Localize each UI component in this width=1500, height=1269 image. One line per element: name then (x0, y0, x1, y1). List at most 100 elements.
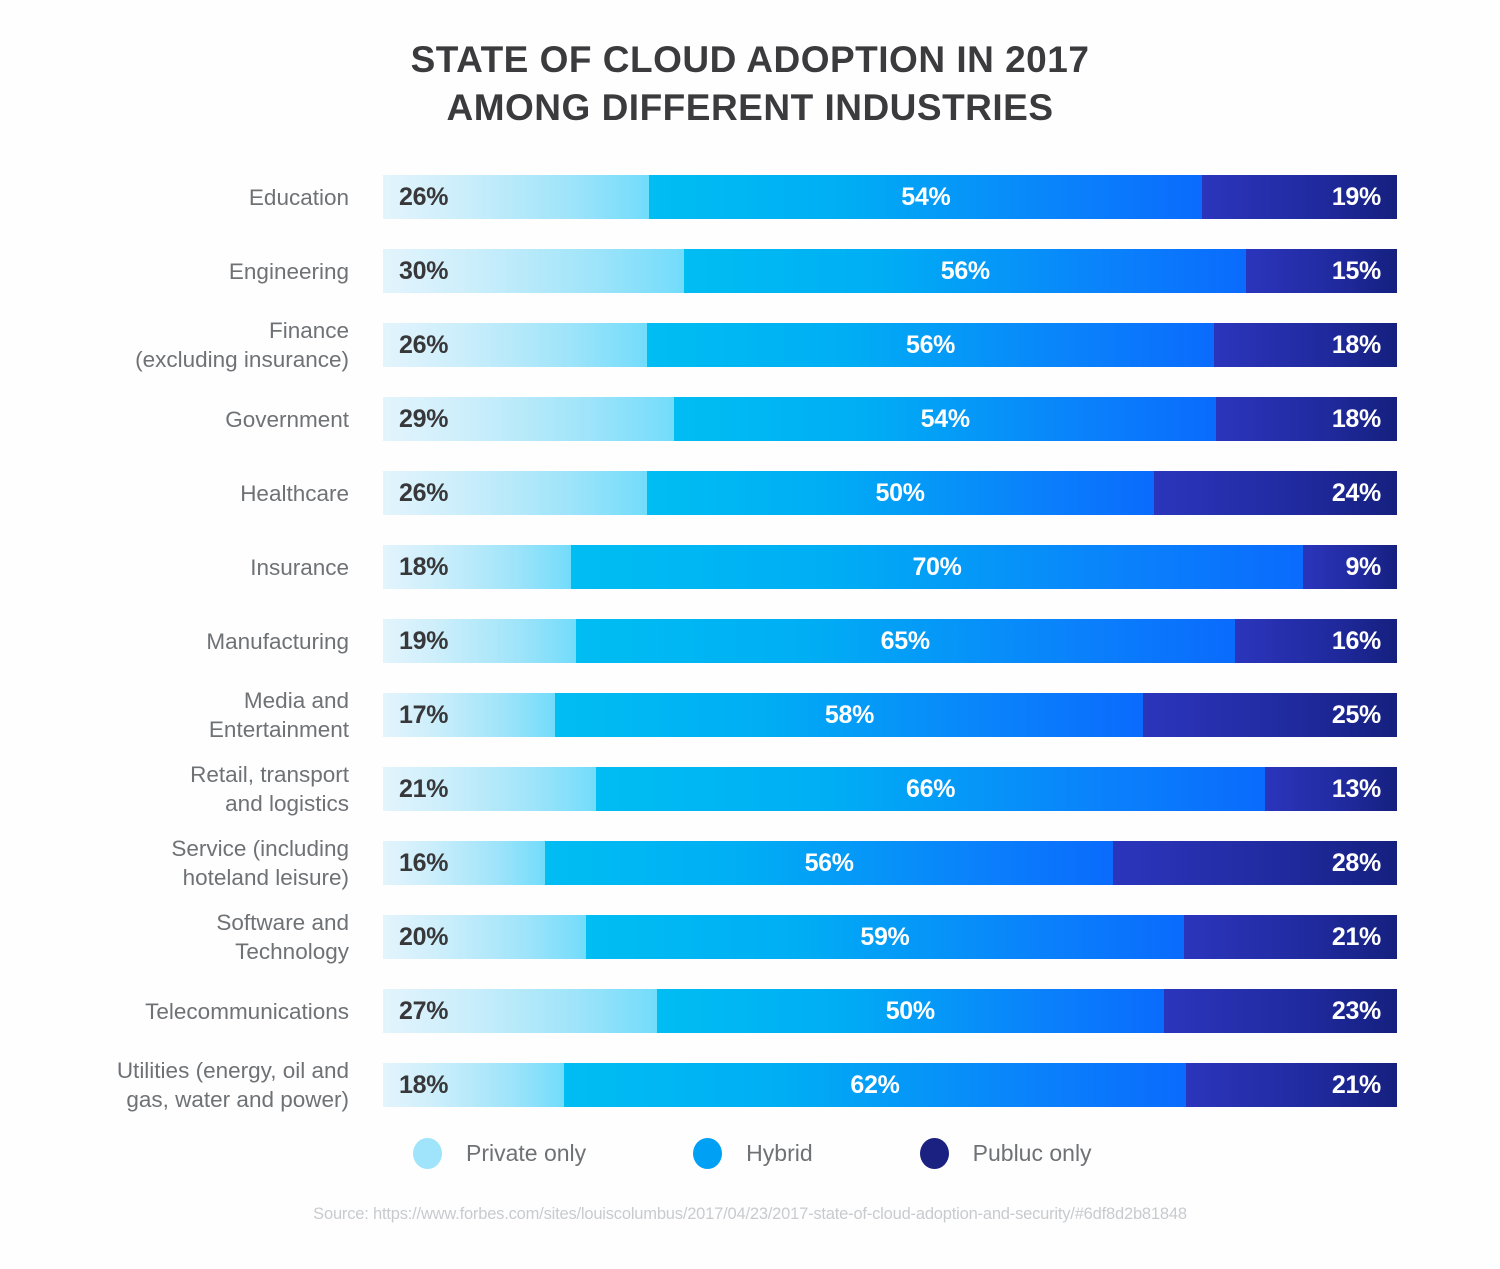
stacked-bar: 27% 50% 23% (383, 989, 1397, 1033)
chart-row: Education 26% 54% 19% (0, 160, 1500, 234)
source-caption: Source: https://www.forbes.com/sites/lou… (313, 1205, 1187, 1223)
category-label: Retail, transport and logistics (190, 762, 349, 816)
legend-item[interactable]: Private only (413, 1138, 586, 1169)
hybrid-segment: 59% (585, 915, 1185, 959)
stacked-bar: 21% 66% 13% (383, 767, 1397, 811)
segment-value-label: 65% (880, 626, 930, 655)
legend-swatch-icon (919, 1138, 949, 1169)
public-only-segment: 13% (1265, 767, 1397, 811)
segment-value-label: 56% (940, 256, 990, 285)
private-only-segment: 18% (383, 545, 572, 589)
segment-value-label: 24% (1331, 478, 1381, 507)
segment-value-label: 21% (399, 774, 449, 803)
segment-value-label: 17% (399, 700, 449, 729)
chart-row: Government 29% 54% 18% (0, 382, 1500, 456)
stacked-bar: 19% 65% 16% (383, 619, 1397, 663)
title-line-1: STATE OF CLOUD ADOPTION IN 2017 (410, 39, 1090, 80)
segment-value-label: 19% (1331, 182, 1381, 211)
segment-value-label: 56% (905, 330, 956, 359)
category-label: Utilities (energy, oil and gas, water an… (116, 1058, 349, 1112)
segment-value-label: 21% (1331, 922, 1381, 951)
chart-row: Utilities (energy, oil and gas, water an… (0, 1048, 1500, 1122)
stacked-bar: 26% 50% 24% (383, 471, 1397, 515)
hybrid-segment: 62% (563, 1063, 1187, 1107)
segment-value-label: 30% (399, 256, 449, 285)
legend-item[interactable]: Hybrid (693, 1138, 813, 1169)
segment-value-label: 58% (824, 700, 874, 729)
private-only-segment: 26% (383, 323, 647, 367)
stacked-bar: 26% 56% 18% (383, 323, 1397, 367)
hybrid-segment: 70% (571, 545, 1303, 589)
chart-row: Software and Technology 20% 59% 21% (0, 900, 1500, 974)
segment-value-label: 50% (885, 996, 935, 1025)
segment-value-label: 28% (1331, 848, 1381, 877)
category-label: Engineering (228, 258, 349, 284)
segment-value-label: 25% (1331, 700, 1381, 729)
segment-value-label: 15% (1331, 256, 1381, 285)
segment-value-label: 19% (399, 626, 449, 655)
stacked-bar-chart: Education 26% 54% 19% Engineering 30% 56% 15% Fi… (0, 160, 1500, 1122)
public-only-segment: 24% (1153, 471, 1397, 515)
private-only-segment: 19% (383, 619, 576, 663)
private-only-segment: 21% (383, 767, 596, 811)
chart-row: Insurance 18% 70% 9% (0, 530, 1500, 604)
category-label: Finance (excluding insurance) (135, 318, 349, 372)
title-line-2: AMONG DIFFERENT INDUSTRIES (446, 87, 1054, 128)
private-only-segment: 17% (383, 693, 556, 737)
legend-swatch-icon (413, 1138, 442, 1169)
hybrid-segment: 65% (575, 619, 1235, 663)
chart-row: Service (including hoteland leisure) 16% 5… (0, 826, 1500, 900)
private-only-segment: 26% (383, 175, 650, 219)
segment-value-label: 59% (860, 922, 910, 951)
private-only-segment: 26% (383, 471, 647, 515)
legend-swatch-icon (693, 1138, 723, 1169)
public-only-segment: 16% (1234, 619, 1397, 663)
category-label: Healthcare (240, 480, 349, 506)
hybrid-segment: 56% (545, 841, 1114, 885)
category-label: Software and Technology (216, 910, 349, 964)
segment-value-label: 23% (1331, 996, 1381, 1025)
segment-value-label: 54% (901, 182, 951, 211)
segment-value-label: 27% (399, 996, 449, 1025)
segment-value-label: 70% (912, 552, 962, 581)
infographic-page: STATE OF CLOUD ADOPTION IN 2017 AMONG DI… (0, 0, 1500, 1269)
segment-value-label: 26% (399, 330, 449, 359)
segment-value-label: 20% (399, 922, 449, 951)
hybrid-segment: 56% (646, 323, 1215, 367)
stacked-bar: 17% 58% 25% (383, 693, 1397, 737)
public-only-segment: 23% (1163, 989, 1397, 1033)
chart-row: Healthcare 26% 50% 24% (0, 456, 1500, 530)
private-only-segment: 30% (383, 249, 685, 293)
category-label: Manufacturing (206, 628, 349, 654)
segment-value-label: 16% (399, 848, 449, 877)
segment-value-label: 18% (399, 1070, 449, 1099)
private-only-segment: 27% (383, 989, 657, 1033)
legend-item[interactable]: Publuc only (919, 1138, 1092, 1169)
legend-label: Publuc only (972, 1140, 1092, 1166)
public-only-segment: 9% (1302, 545, 1397, 589)
segment-value-label: 29% (399, 404, 449, 433)
private-only-segment: 20% (383, 915, 586, 959)
chart-row: Engineering 30% 56% 15% (0, 234, 1500, 308)
stacked-bar: 29% 54% 18% (383, 397, 1397, 441)
category-label: Government (225, 406, 349, 432)
public-only-segment: 18% (1214, 323, 1397, 367)
segment-value-label: 9% (1345, 552, 1381, 581)
segment-value-label: 18% (399, 552, 449, 581)
public-only-segment: 15% (1246, 249, 1397, 293)
hybrid-segment: 54% (649, 175, 1203, 219)
category-label: Education (248, 184, 349, 210)
stacked-bar: 16% 56% 28% (383, 841, 1397, 885)
category-label: Insurance (250, 554, 349, 580)
legend-label: Private only (466, 1140, 587, 1166)
category-label: Service (including hoteland leisure) (171, 836, 349, 890)
public-only-segment: 18% (1216, 397, 1397, 441)
hybrid-segment: 56% (684, 249, 1247, 293)
chart-row: Manufacturing 19% 65% 16% (0, 604, 1500, 678)
category-label: Telecommunications (145, 998, 349, 1024)
category-label: Media and Entertainment (208, 688, 349, 742)
chart-row: Retail, transport and logistics 21% 66% 13% (0, 752, 1500, 826)
segment-value-label: 50% (875, 478, 925, 507)
public-only-segment: 21% (1184, 915, 1397, 959)
segment-value-label: 54% (920, 404, 970, 433)
